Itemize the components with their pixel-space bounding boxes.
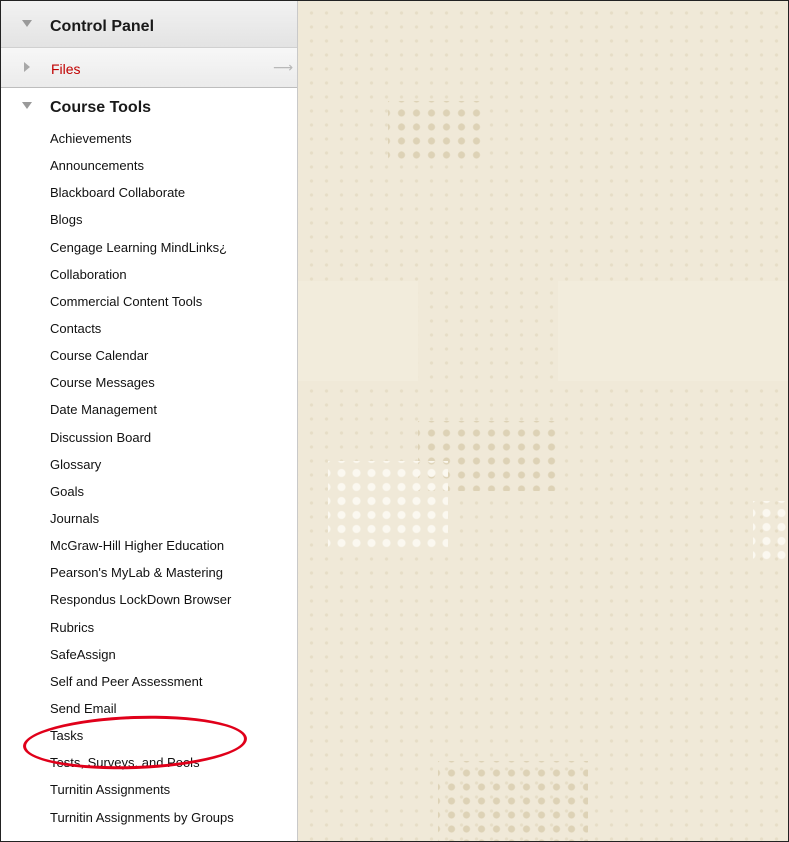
course-tool-link[interactable]: Self and Peer Assessment	[50, 668, 295, 695]
files-menu-item[interactable]: Files ⟶	[1, 48, 297, 88]
course-tools-header[interactable]: Course Tools	[1, 88, 297, 124]
triangle-down-icon[interactable]	[22, 102, 32, 109]
course-tool-link-highlighted[interactable]: Tests, Surveys, and Pools	[50, 749, 295, 776]
pattern-empty-patch	[298, 281, 418, 381]
course-tool-link[interactable]: Date Management	[50, 396, 295, 423]
pattern-light-patch	[753, 501, 788, 561]
files-link[interactable]: Files	[51, 61, 81, 77]
course-tool-link[interactable]: Glossary	[50, 451, 295, 478]
course-tool-link[interactable]: Blackboard Collaborate	[50, 179, 295, 206]
course-tools-list: Achievements Announcements Blackboard Co…	[50, 125, 295, 831]
course-tool-link[interactable]: Journals	[50, 505, 295, 532]
course-tool-link[interactable]: Achievements	[50, 125, 295, 152]
control-panel-title: Control Panel	[50, 18, 155, 35]
course-tool-link[interactable]: Respondus LockDown Browser	[50, 586, 295, 613]
course-tool-link[interactable]: Blogs	[50, 206, 295, 233]
course-tool-link[interactable]: McGraw-Hill Higher Education	[50, 532, 295, 559]
pattern-empty-patch	[558, 281, 788, 381]
course-tool-link[interactable]: Collaboration	[50, 261, 295, 288]
triangle-down-icon[interactable]	[22, 20, 32, 27]
pattern-light-patch	[328, 461, 448, 551]
control-panel-sidebar: Control Panel Files ⟶ Course Tools Achie…	[1, 1, 298, 841]
course-tool-link[interactable]: Turnitin Assignments by Groups	[50, 804, 295, 831]
course-tool-link[interactable]: Tasks	[50, 722, 295, 749]
course-tool-link[interactable]: Turnitin Assignments	[50, 776, 295, 803]
course-tool-link[interactable]: Course Messages	[50, 369, 295, 396]
course-tool-link[interactable]: Send Email	[50, 695, 295, 722]
course-tool-link[interactable]: Goals	[50, 478, 295, 505]
course-tool-link[interactable]: Announcements	[50, 152, 295, 179]
arrow-right-icon[interactable]: ⟶	[273, 59, 293, 76]
course-tool-link[interactable]: Course Calendar	[50, 342, 295, 369]
course-tool-link[interactable]: Commercial Content Tools	[50, 288, 295, 315]
course-tool-link[interactable]: Discussion Board	[50, 424, 295, 451]
pattern-dark-patch	[388, 101, 483, 161]
course-tool-link[interactable]: Pearson's MyLab & Mastering	[50, 559, 295, 586]
content-area-background	[298, 1, 788, 841]
course-tool-link[interactable]: Cengage Learning MindLinks¿	[50, 234, 295, 261]
course-tool-link[interactable]: SafeAssign	[50, 641, 295, 668]
control-panel-header[interactable]: Control Panel	[1, 1, 297, 48]
course-tool-link[interactable]: Rubrics	[50, 614, 295, 641]
app-frame: Control Panel Files ⟶ Course Tools Achie…	[0, 0, 789, 842]
pattern-dark-patch	[438, 761, 588, 841]
course-tools-title: Course Tools	[50, 99, 152, 116]
triangle-right-icon[interactable]	[24, 62, 30, 72]
course-tool-link[interactable]: Contacts	[50, 315, 295, 342]
